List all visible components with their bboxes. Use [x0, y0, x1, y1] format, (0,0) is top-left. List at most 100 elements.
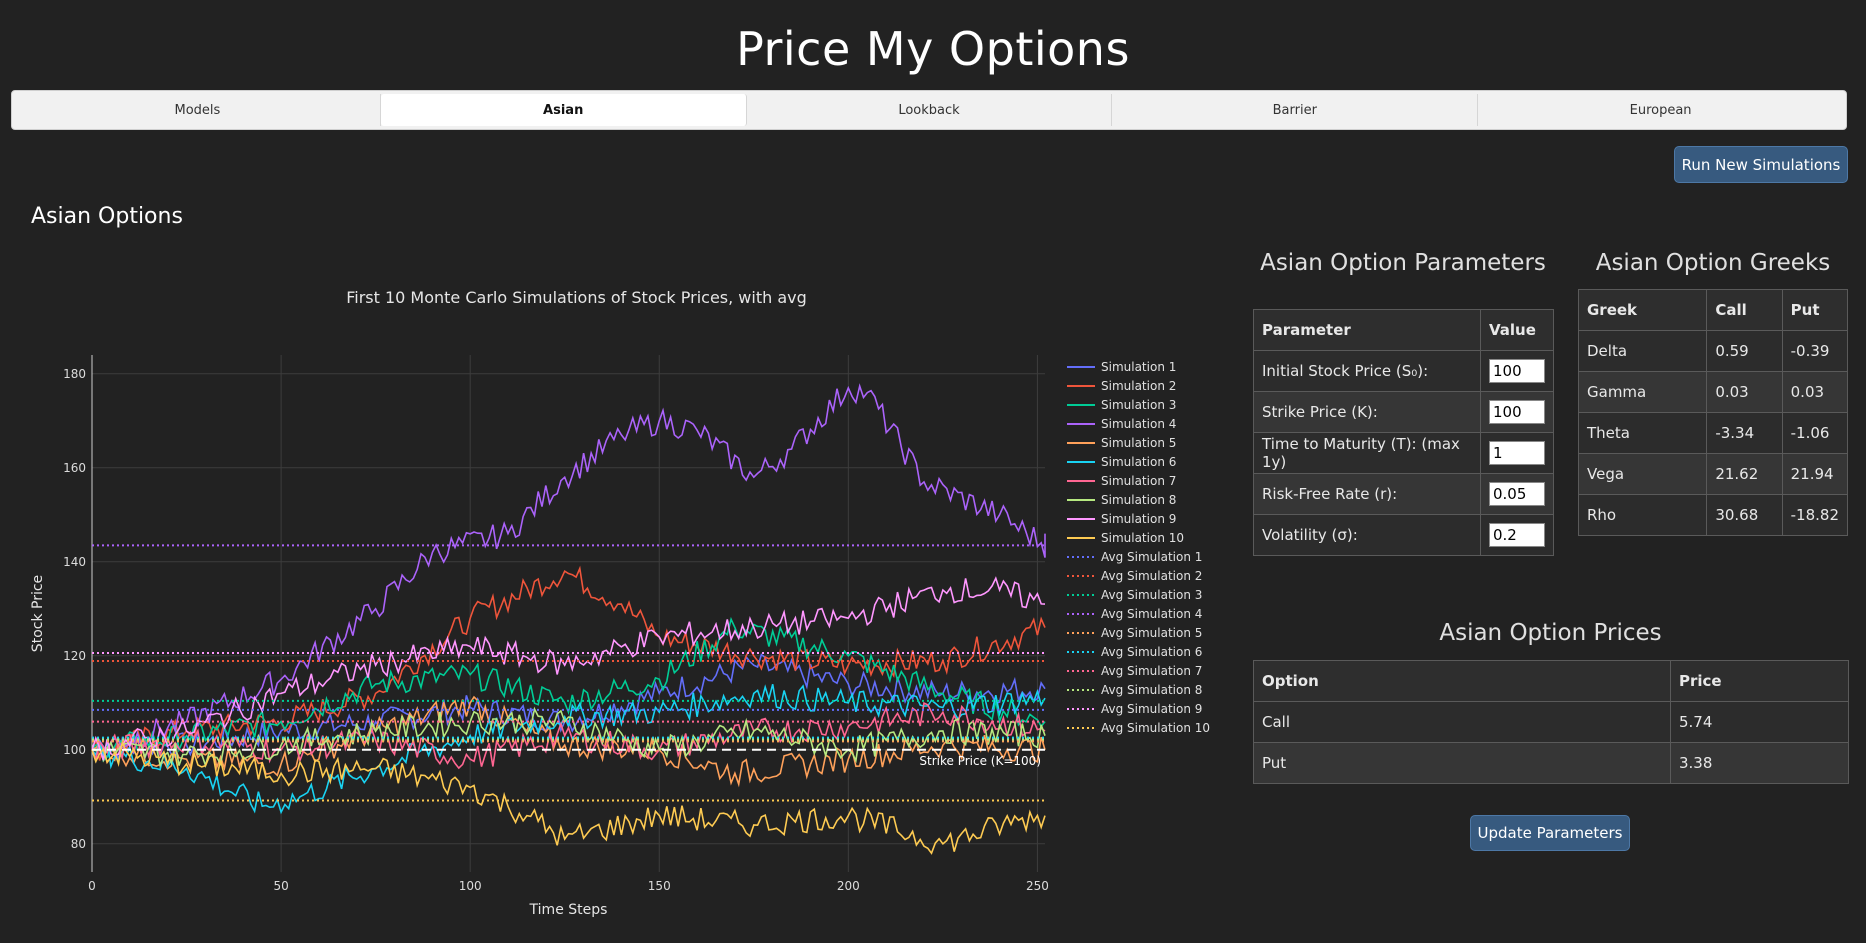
legend-label: Simulation 4	[1101, 417, 1176, 431]
legend-label: Simulation 6	[1101, 455, 1176, 469]
tab-asian[interactable]: Asian	[380, 94, 747, 126]
section-title: Asian Options	[31, 204, 183, 229]
tab-bar: Models Asian Lookback Barrier European	[11, 90, 1847, 130]
greek-row-rho: Rho 30.68 -18.82	[1577, 494, 1849, 536]
greek-name: Delta	[1577, 330, 1708, 372]
x-tick-label: 100	[459, 879, 482, 893]
legend-label: Avg Simulation 3	[1101, 588, 1202, 602]
parameters-title: Asian Option Parameters	[1260, 250, 1546, 276]
parameter-row: Volatility (σ):	[1253, 514, 1554, 556]
x-tick-label: 50	[273, 879, 288, 893]
update-parameters-button[interactable]: Update Parameters	[1470, 815, 1630, 851]
greek-name: Gamma	[1577, 371, 1708, 413]
greek-put-value: 0.03	[1781, 371, 1849, 413]
x-tick-label: 250	[1026, 879, 1049, 893]
greek-row-delta: Delta 0.59 -0.39	[1577, 330, 1849, 372]
parameter-row: Time to Maturity (T): (max 1y)	[1253, 432, 1554, 474]
greeks-title: Asian Option Greeks	[1595, 250, 1831, 276]
option-price: 5.74	[1670, 701, 1849, 743]
legend-label: Avg Simulation 4	[1101, 607, 1202, 621]
x-tick-label: 0	[88, 879, 96, 893]
prices-header-option: Option	[1253, 660, 1671, 702]
legend-label: Avg Simulation 2	[1101, 569, 1202, 583]
greek-name: Theta	[1577, 412, 1708, 454]
legend-label: Avg Simulation 5	[1101, 626, 1202, 640]
prices-table: Option Price Call 5.74 Put 3.38	[1253, 660, 1849, 784]
y-tick-label: 100	[63, 743, 86, 757]
greek-put-value: -1.06	[1781, 412, 1849, 454]
greek-name: Vega	[1577, 453, 1708, 495]
greek-call-value: 30.68	[1706, 494, 1783, 536]
legend-label: Simulation 8	[1101, 493, 1176, 507]
option-price: 3.38	[1670, 742, 1849, 784]
legend-label: Simulation 9	[1101, 512, 1176, 526]
app-title: Price My Options	[736, 22, 1130, 76]
legend-label: Avg Simulation 1	[1101, 550, 1202, 564]
legend-label: Avg Simulation 8	[1101, 683, 1202, 697]
volatility-input[interactable]	[1489, 523, 1545, 547]
greek-call-value: -3.34	[1706, 412, 1783, 454]
volatility-label: Volatility (σ):	[1253, 514, 1481, 556]
greek-row-gamma: Gamma 0.03 0.03	[1577, 371, 1849, 413]
greek-name: Rho	[1577, 494, 1708, 536]
greek-call-value: 0.59	[1706, 330, 1783, 372]
legend-label: Avg Simulation 6	[1101, 645, 1202, 659]
greeks-header-put: Put	[1781, 289, 1849, 331]
strike-price-input[interactable]	[1489, 400, 1545, 424]
price-row-put: Put 3.38	[1253, 742, 1849, 784]
time-to-maturity-label: Time to Maturity (T): (max 1y)	[1253, 432, 1481, 474]
parameters-header-row: Parameter Value	[1253, 309, 1554, 351]
y-tick-label: 180	[63, 367, 86, 381]
legend-label: Simulation 7	[1101, 474, 1176, 488]
greeks-header-call: Call	[1706, 289, 1783, 331]
parameter-row: Initial Stock Price (S₀):	[1253, 350, 1554, 392]
prices-title: Asian Option Prices	[1439, 620, 1662, 646]
prices-header-price: Price	[1670, 660, 1849, 702]
greek-put-value: -0.39	[1781, 330, 1849, 372]
y-tick-label: 80	[71, 837, 86, 851]
legend-label: Simulation 1	[1101, 360, 1176, 374]
y-tick-label: 120	[63, 649, 86, 663]
prices-header-row: Option Price	[1253, 660, 1849, 702]
parameters-header-parameter: Parameter	[1253, 309, 1481, 351]
price-row-call: Call 5.74	[1253, 701, 1849, 743]
greek-row-theta: Theta -3.34 -1.06	[1577, 412, 1849, 454]
greeks-header-row: Greek Call Put	[1577, 289, 1849, 331]
initial-stock-price-input[interactable]	[1489, 359, 1545, 383]
greek-call-value: 0.03	[1706, 371, 1783, 413]
greek-row-vega: Vega 21.62 21.94	[1577, 453, 1849, 495]
legend-label: Avg Simulation 9	[1101, 702, 1202, 716]
initial-stock-price-label: Initial Stock Price (S₀):	[1253, 350, 1481, 392]
y-tick-label: 140	[63, 555, 86, 569]
run-simulations-button[interactable]: Run New Simulations	[1674, 146, 1848, 183]
greeks-table: Greek Call Put Delta 0.59 -0.39 Gamma 0.…	[1577, 289, 1849, 536]
option-name: Put	[1253, 742, 1671, 784]
legend-label: Avg Simulation 10	[1101, 721, 1210, 735]
risk-free-rate-label: Risk-Free Rate (r):	[1253, 473, 1481, 515]
x-axis-label: Time Steps	[529, 902, 608, 918]
strike-label: Strike Price (K=100)	[919, 754, 1041, 768]
legend-label: Simulation 10	[1101, 531, 1184, 545]
legend-label: Avg Simulation 7	[1101, 664, 1202, 678]
tab-lookback[interactable]: Lookback	[747, 94, 1113, 126]
tab-models[interactable]: Models	[15, 94, 381, 126]
strike-price-label: Strike Price (K):	[1253, 391, 1481, 433]
parameter-row: Risk-Free Rate (r):	[1253, 473, 1554, 515]
simulation-chart: First 10 Monte Carlo Simulations of Stoc…	[30, 288, 1210, 918]
chart-title: First 10 Monte Carlo Simulations of Stoc…	[346, 288, 807, 307]
greek-call-value: 21.62	[1706, 453, 1783, 495]
parameters-table: Parameter Value Initial Stock Price (S₀)…	[1253, 309, 1554, 556]
time-to-maturity-input[interactable]	[1489, 441, 1545, 465]
tab-barrier[interactable]: Barrier	[1112, 94, 1479, 126]
x-tick-label: 200	[837, 879, 860, 893]
option-name: Call	[1253, 701, 1671, 743]
greek-put-value: 21.94	[1781, 453, 1849, 495]
greeks-header-greek: Greek	[1577, 289, 1708, 331]
tab-european[interactable]: European	[1478, 94, 1843, 126]
legend-label: Simulation 2	[1101, 379, 1176, 393]
greek-put-value: -18.82	[1781, 494, 1849, 536]
parameter-row: Strike Price (K):	[1253, 391, 1554, 433]
y-tick-label: 160	[63, 461, 86, 475]
risk-free-rate-input[interactable]	[1489, 482, 1545, 506]
legend-label: Simulation 3	[1101, 398, 1176, 412]
